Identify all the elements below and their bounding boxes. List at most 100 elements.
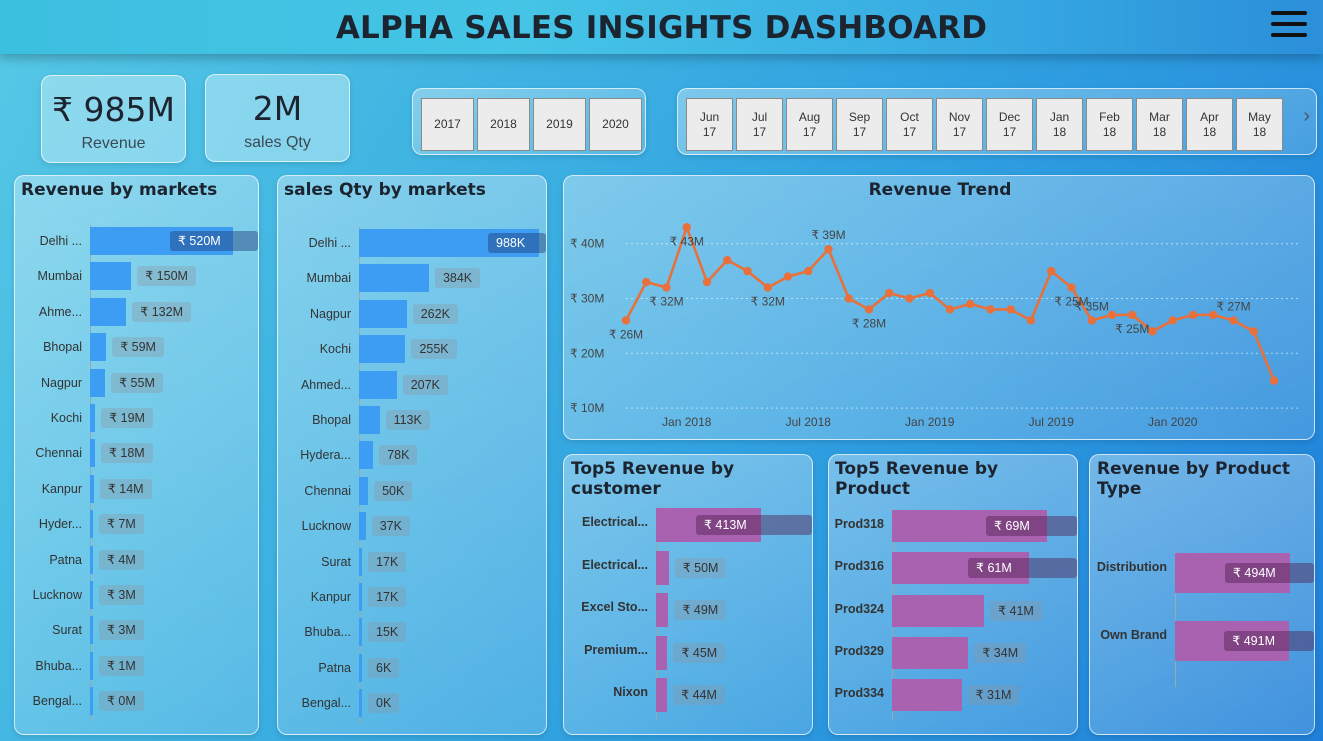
month-slicer-item[interactable]: Jan 18	[1036, 98, 1083, 151]
year-slicer-item[interactable]: 2017	[421, 98, 474, 151]
bar-row[interactable]: Bhuba... ₹ 1M	[15, 651, 258, 682]
trend-point[interactable]	[763, 283, 772, 292]
bar-row[interactable]: Ahmed... 207K	[278, 370, 546, 401]
bar-row[interactable]: Electrical... ₹ 50M	[564, 550, 812, 585]
month-slicer-item[interactable]: Nov 17	[936, 98, 983, 151]
trend-point[interactable]	[642, 277, 651, 287]
bar-row[interactable]: Distribution ₹ 494M	[1090, 553, 1314, 593]
month-slicer-item[interactable]: Apr 18	[1186, 98, 1233, 151]
hamburger-menu-icon[interactable]	[1271, 9, 1309, 39]
trend-point[interactable]	[1107, 310, 1117, 320]
bar-row[interactable]: Own Brand ₹ 491M	[1090, 621, 1314, 661]
month-slicer-item[interactable]: Oct 17	[886, 98, 933, 151]
bar-category-label: Bhuba...	[304, 625, 351, 640]
bar-row[interactable]: Lucknow ₹ 3M	[15, 581, 258, 611]
bar-row[interactable]: Prod316 ₹ 61M	[829, 552, 1077, 585]
bar-row[interactable]: Bhopal ₹ 59M	[15, 333, 258, 363]
trend-point[interactable]	[621, 316, 631, 325]
trend-point[interactable]	[783, 272, 793, 281]
trend-point[interactable]	[1269, 376, 1279, 385]
trend-point[interactable]	[945, 305, 955, 314]
trend-point[interactable]	[743, 266, 752, 276]
bar	[359, 476, 369, 505]
bar-row[interactable]: Nagpur 262K	[278, 299, 546, 330]
bar-row[interactable]: Mumbai ₹ 150M	[15, 262, 258, 292]
bar	[656, 550, 669, 585]
trend-point[interactable]	[1168, 316, 1177, 325]
chevron-right-icon[interactable]: ›	[1303, 105, 1310, 128]
month-slicer-item[interactable]: Sep 17	[836, 98, 883, 151]
bar-row[interactable]: Electrical... ₹ 413M	[564, 508, 812, 542]
bar-row[interactable]: Bhopal 113K	[278, 406, 546, 436]
trend-point[interactable]	[723, 255, 732, 265]
bar-category-label: Electrical...	[581, 557, 648, 572]
bar-row[interactable]: Ahme... ₹ 132M	[15, 297, 258, 328]
bar-row[interactable]: Kochi ₹ 19M	[15, 404, 258, 434]
trend-point[interactable]	[804, 266, 813, 276]
bar-row[interactable]: Surat 17K	[278, 547, 546, 578]
bar-row[interactable]: Delhi ... ₹ 520M	[15, 227, 258, 257]
bar-row[interactable]: Delhi ... 988K	[278, 229, 546, 259]
year-slicer-item[interactable]: 2019	[533, 98, 586, 151]
bar-row[interactable]: Chennai 50K	[278, 476, 546, 507]
trend-point[interactable]	[885, 288, 894, 298]
bar-row[interactable]: Prod318 ₹ 69M	[829, 510, 1077, 542]
bar-row[interactable]: Kanpur 17K	[278, 583, 546, 613]
trend-point[interactable]	[1128, 310, 1137, 320]
bar-row[interactable]: Chennai ₹ 18M	[15, 439, 258, 469]
bar-row[interactable]: Hydera... 78K	[278, 441, 546, 471]
bar-row[interactable]: Kanpur ₹ 14M	[15, 474, 258, 505]
month-slicer-item[interactable]: Jul 17	[736, 98, 783, 151]
trend-point[interactable]	[1229, 316, 1238, 325]
trend-point[interactable]	[682, 223, 691, 232]
bar-row[interactable]: Kochi 255K	[278, 335, 546, 365]
trend-point[interactable]	[1026, 316, 1036, 325]
bar-row[interactable]: Nagpur ₹ 55M	[15, 368, 258, 399]
trend-point[interactable]	[864, 305, 874, 314]
bar-row[interactable]: Excel Sto... ₹ 49M	[564, 593, 812, 627]
year-slicer-item[interactable]: 2018	[477, 98, 530, 151]
bar-data-label: ₹ 31M	[967, 685, 1020, 706]
trend-point[interactable]	[824, 244, 833, 254]
bar-row[interactable]: Prod334 ₹ 31M	[829, 679, 1077, 712]
bar-row[interactable]: Lucknow 37K	[278, 512, 546, 542]
trend-point[interactable]	[1249, 327, 1258, 336]
month-slicer-item[interactable]: Jun 17	[686, 98, 733, 151]
bar-row[interactable]: Bengal... 0K	[278, 689, 546, 719]
trend-point[interactable]	[662, 283, 671, 292]
trend-point[interactable]	[1087, 316, 1096, 325]
bar	[656, 635, 668, 670]
trend-point[interactable]	[966, 299, 975, 309]
bar-row[interactable]: Bhuba... 15K	[278, 618, 546, 648]
bar-row[interactable]: Hyder... ₹ 7M	[15, 510, 258, 540]
bar-row[interactable]: Mumbai 384K	[278, 264, 546, 294]
bar	[90, 651, 93, 680]
trend-point[interactable]	[1188, 310, 1198, 320]
trend-point[interactable]	[925, 288, 934, 298]
trend-point[interactable]	[1047, 266, 1056, 276]
bar-row[interactable]: Surat ₹ 3M	[15, 616, 258, 646]
trend-point[interactable]	[1006, 305, 1015, 314]
bar-category-label: Bhuba...	[35, 658, 82, 673]
bar-category-label: Nagpur	[310, 306, 351, 321]
month-slicer-item[interactable]: Feb 18	[1086, 98, 1133, 151]
month-slicer-item[interactable]: Dec 17	[986, 98, 1033, 151]
trend-point[interactable]	[986, 305, 995, 314]
bar-row[interactable]: Bengal... ₹ 0M	[15, 687, 258, 717]
bar-row[interactable]: Prod329 ₹ 34M	[829, 636, 1077, 669]
month-slicer-item[interactable]: Mar 18	[1136, 98, 1183, 151]
bar-row[interactable]: Prod324 ₹ 41M	[829, 594, 1077, 627]
bar-row[interactable]: Patna 6K	[278, 653, 546, 684]
trend-point[interactable]	[905, 294, 914, 303]
trend-point[interactable]	[1067, 283, 1076, 292]
trend-point[interactable]	[844, 294, 853, 303]
trend-point[interactable]	[1148, 327, 1157, 336]
trend-data-label: ₹ 27M	[1216, 299, 1250, 313]
trend-point[interactable]	[702, 277, 712, 287]
month-slicer-item[interactable]: May 18	[1236, 98, 1283, 151]
bar-row[interactable]: Patna ₹ 4M	[15, 545, 258, 576]
month-slicer-item[interactable]: Aug 17	[786, 98, 833, 151]
bar-row[interactable]: Nixon ₹ 44M	[564, 678, 812, 712]
bar-row[interactable]: Premium... ₹ 45M	[564, 635, 812, 670]
year-slicer-item[interactable]: 2020	[589, 98, 642, 151]
